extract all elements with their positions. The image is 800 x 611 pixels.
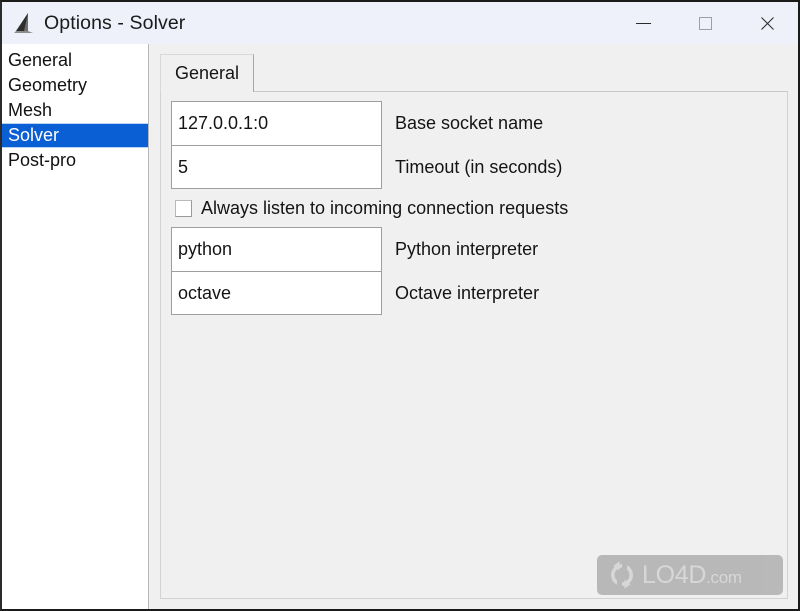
close-button[interactable] — [736, 2, 798, 44]
gmsh-triangle-icon — [12, 10, 38, 36]
field-row-timeout: 5 Timeout (in seconds) — [171, 145, 787, 189]
sidebar-item-solver[interactable]: Solver — [2, 123, 148, 148]
watermark-suffix: .com — [706, 567, 742, 587]
tab-panel-general: 127.0.0.1:0 Base socket name 5 Timeout (… — [160, 92, 788, 599]
base-socket-name-label: Base socket name — [395, 112, 544, 133]
category-sidebar: General Geometry Mesh Solver Post-pro — [2, 44, 149, 609]
watermark-brand: LO4D — [642, 560, 707, 589]
octave-interpreter-input[interactable]: octave — [171, 271, 382, 315]
minimize-button[interactable] — [612, 2, 674, 44]
title-bar: Options - Solver — [2, 2, 798, 44]
options-content: General 127.0.0.1:0 Base socket name 5 T… — [149, 44, 798, 609]
tab-strip: General — [160, 53, 788, 92]
timeout-input[interactable]: 5 — [171, 145, 382, 189]
base-socket-name-input[interactable]: 127.0.0.1:0 — [171, 101, 382, 145]
field-row-python-interpreter: python Python interpreter — [171, 227, 787, 271]
tab-general[interactable]: General — [160, 54, 255, 92]
maximize-icon — [698, 16, 712, 30]
sidebar-item-mesh[interactable]: Mesh — [2, 98, 148, 123]
field-row-base-socket-name: 127.0.0.1:0 Base socket name — [171, 101, 787, 145]
options-window: Options - Solver General Geometry Mesh S… — [0, 0, 800, 611]
always-listen-label: Always listen to incoming connection req… — [201, 197, 569, 218]
octave-interpreter-label: Octave interpreter — [395, 282, 540, 303]
always-listen-checkbox[interactable] — [175, 199, 192, 217]
maximize-button[interactable] — [674, 2, 736, 44]
python-interpreter-input[interactable]: python — [171, 227, 382, 271]
refresh-circle-icon — [611, 561, 633, 589]
minimize-icon — [635, 22, 651, 24]
window-title: Options - Solver — [44, 11, 186, 34]
lo4d-watermark: LO4D.com — [597, 555, 783, 595]
always-listen-row[interactable]: Always listen to incoming connection req… — [171, 189, 787, 227]
close-icon — [759, 15, 776, 32]
timeout-label: Timeout (in seconds) — [395, 156, 563, 177]
field-row-octave-interpreter: octave Octave interpreter — [171, 271, 787, 315]
tab-strip-filler — [254, 54, 788, 92]
sidebar-item-geometry[interactable]: Geometry — [2, 73, 148, 98]
window-body: General Geometry Mesh Solver Post-pro Ge… — [2, 44, 798, 609]
sidebar-item-general[interactable]: General — [2, 48, 148, 73]
watermark-text: LO4D.com — [642, 560, 742, 589]
sidebar-item-post-pro[interactable]: Post-pro — [2, 148, 148, 173]
python-interpreter-label: Python interpreter — [395, 238, 539, 259]
window-controls — [612, 2, 798, 44]
